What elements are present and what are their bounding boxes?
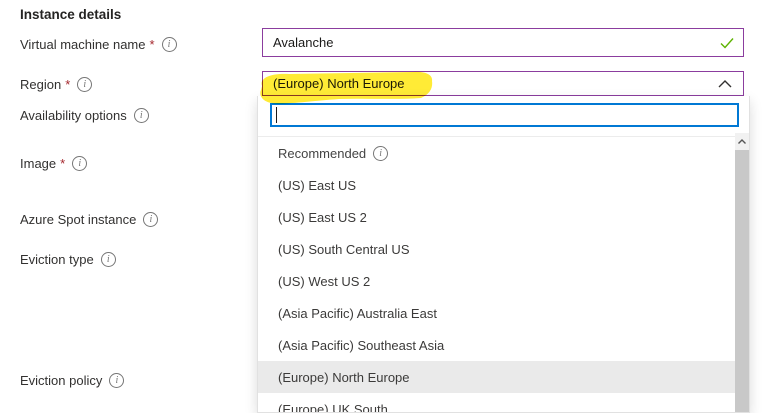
region-selected-value: (Europe) North Europe xyxy=(273,76,405,91)
scrollbar-thumb[interactable] xyxy=(735,150,749,412)
region-option[interactable]: (US) West US 2 xyxy=(258,265,735,297)
region-option[interactable]: (Asia Pacific) Australia East xyxy=(258,297,735,329)
info-icon[interactable]: i xyxy=(77,77,92,92)
info-icon[interactable]: i xyxy=(373,146,388,161)
eviction-policy-label-row: Eviction policy i xyxy=(20,372,124,389)
region-option[interactable]: (Asia Pacific) Southeast Asia xyxy=(258,329,735,361)
chevron-up-icon[interactable] xyxy=(717,79,733,89)
required-asterisk: * xyxy=(150,37,155,52)
image-label-row: Image * i xyxy=(20,155,87,172)
region-label-row: Region * i xyxy=(20,76,92,93)
vm-name-label: Virtual machine name xyxy=(20,37,146,52)
dropdown-search-wrap xyxy=(270,103,739,127)
info-icon[interactable]: i xyxy=(134,108,149,123)
image-label: Image xyxy=(20,156,56,171)
valid-check-icon xyxy=(719,36,735,50)
required-asterisk: * xyxy=(65,77,70,92)
info-icon[interactable]: i xyxy=(101,252,116,267)
region-option-selected[interactable]: (Europe) North Europe xyxy=(258,361,735,393)
region-option[interactable]: (US) East US xyxy=(258,169,735,201)
spot-label-row: Azure Spot instance i xyxy=(20,211,158,228)
scroll-up-button[interactable] xyxy=(735,133,749,149)
vm-name-label-row: Virtual machine name * i xyxy=(20,36,177,53)
section-title: Instance details xyxy=(20,7,121,22)
dropdown-scrollbar[interactable] xyxy=(735,133,749,412)
eviction-type-label: Eviction type xyxy=(20,252,94,267)
region-options-list: Recommended i (US) East US (US) East US … xyxy=(258,136,735,412)
region-dropdown-panel: Recommended i (US) East US (US) East US … xyxy=(257,96,750,413)
region-option[interactable]: (US) East US 2 xyxy=(258,201,735,233)
region-option[interactable]: (Europe) UK South xyxy=(258,393,735,413)
instance-details-form: Instance details Virtual machine name * … xyxy=(0,0,769,413)
region-combobox[interactable]: (Europe) North Europe xyxy=(262,71,744,96)
vm-name-field xyxy=(262,28,744,57)
eviction-policy-label: Eviction policy xyxy=(20,373,102,388)
eviction-type-label-row: Eviction type i xyxy=(20,251,116,268)
dropdown-search-input[interactable] xyxy=(270,103,739,127)
vm-name-input[interactable] xyxy=(273,35,719,50)
recommended-label: Recommended xyxy=(278,146,366,161)
info-icon[interactable]: i xyxy=(143,212,158,227)
required-asterisk: * xyxy=(60,156,65,171)
info-icon[interactable]: i xyxy=(162,37,177,52)
info-icon[interactable]: i xyxy=(72,156,87,171)
region-label: Region xyxy=(20,77,61,92)
availability-label: Availability options xyxy=(20,108,127,123)
availability-label-row: Availability options i xyxy=(20,107,149,124)
spot-label: Azure Spot instance xyxy=(20,212,136,227)
recommended-group-header: Recommended i xyxy=(258,137,735,169)
text-caret xyxy=(276,107,277,123)
scroll-up-arrow-icon xyxy=(737,138,747,145)
region-option[interactable]: (US) South Central US xyxy=(258,233,735,265)
info-icon[interactable]: i xyxy=(109,373,124,388)
